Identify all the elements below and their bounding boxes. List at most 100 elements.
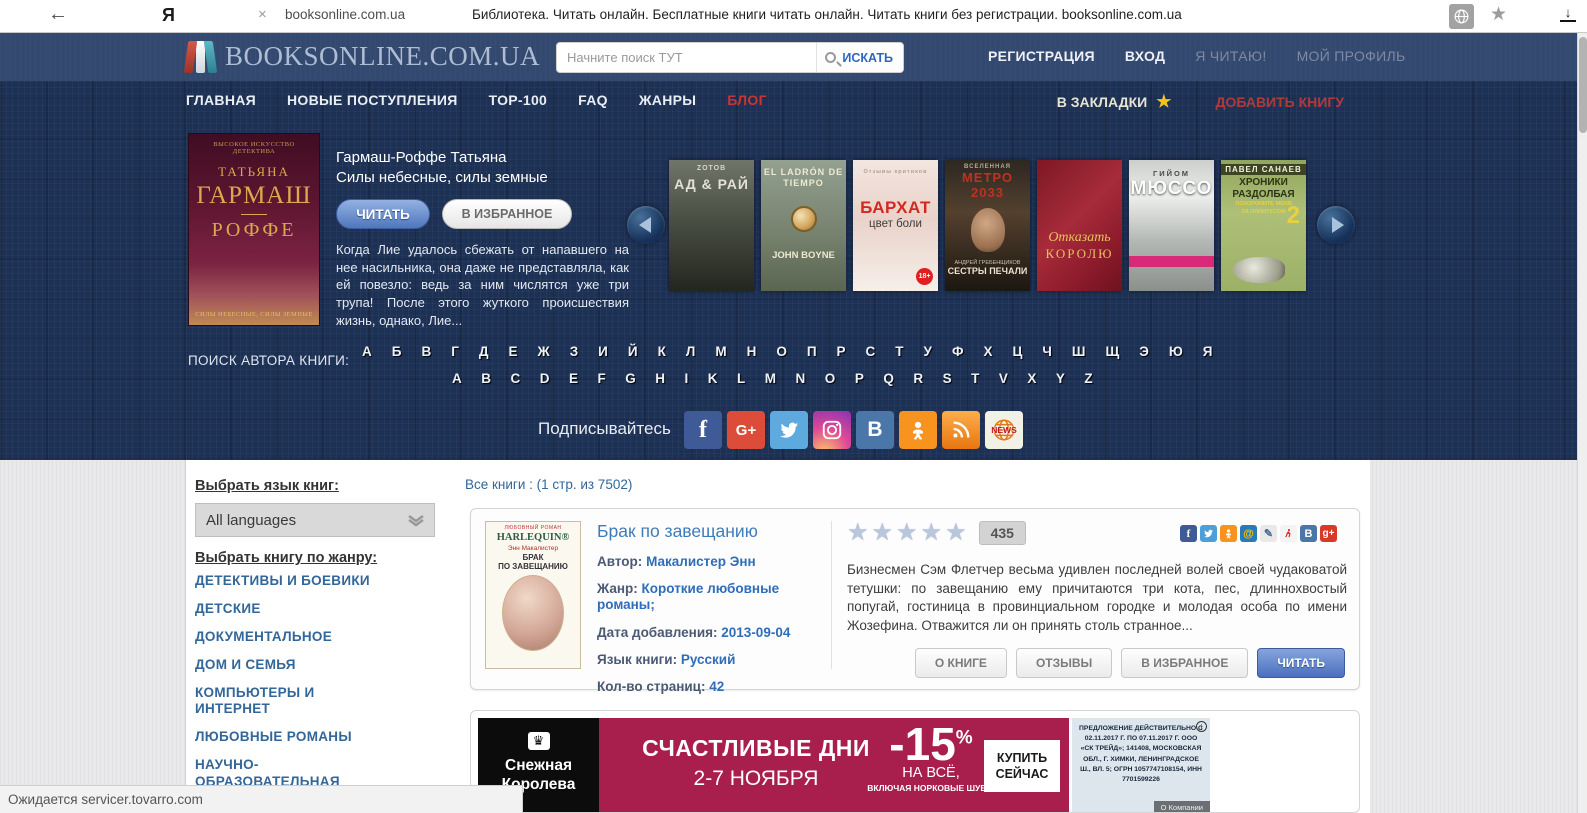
read-button[interactable]: ЧИТАТЬ — [1257, 648, 1345, 678]
author-letter-link[interactable]: Ч — [1042, 344, 1052, 359]
site-logo[interactable]: BOOKSONLINE.COM.UA — [183, 39, 540, 73]
author-letter-link[interactable]: Т — [895, 344, 903, 359]
google-plus-icon[interactable] — [727, 411, 765, 449]
author-letter-link[interactable]: Н — [747, 344, 757, 359]
odnoklassniki-share-icon[interactable] — [1220, 525, 1237, 542]
author-letter-link[interactable]: C — [511, 371, 521, 386]
author-letter-link[interactable]: Y — [1056, 371, 1065, 386]
author-letter-link[interactable]: Щ — [1105, 344, 1119, 359]
scrollbar-track[interactable] — [1577, 33, 1587, 813]
featured-read-button[interactable]: ЧИТАТЬ — [336, 199, 430, 229]
odnoklassniki-icon[interactable] — [899, 411, 937, 449]
carousel-cover-musso[interactable]: ГИЙОМ МЮССО — [1129, 160, 1214, 291]
author-letter-link[interactable]: D — [540, 371, 550, 386]
i-read-link[interactable]: Я ЧИТАЮ! — [1195, 48, 1266, 64]
featured-title[interactable]: Силы небесные, силы земные — [336, 168, 629, 188]
author-letter-link[interactable]: Ж — [538, 344, 550, 359]
author-letter-link[interactable]: У — [924, 344, 932, 359]
book-field-value[interactable]: 42 — [709, 679, 724, 694]
author-letter-link[interactable]: S — [943, 371, 952, 386]
author-letter-link[interactable]: I — [685, 371, 689, 386]
author-letter-link[interactable]: Ф — [952, 344, 964, 359]
book-field-value[interactable]: 2013-09-04 — [721, 625, 790, 640]
liveinternet-share-icon[interactable] — [1280, 525, 1297, 542]
nav-blog[interactable]: БЛОГ — [727, 92, 767, 108]
author-letter-link[interactable]: E — [569, 371, 578, 386]
globe-icon[interactable] — [1449, 4, 1474, 29]
ad-banner[interactable]: Снежная Королева СЧАСТЛИВЫЕ ДНИ 2-7 НОЯБ… — [470, 710, 1360, 813]
search-button[interactable]: ИСКАТЬ — [816, 43, 903, 72]
info-icon[interactable]: i — [1196, 721, 1207, 732]
author-letter-link[interactable]: K — [708, 371, 718, 386]
author-letter-link[interactable]: F — [598, 371, 606, 386]
close-icon[interactable]: × — [258, 6, 267, 23]
carousel-prev-button[interactable] — [627, 206, 665, 244]
author-letter-link[interactable]: И — [598, 344, 608, 359]
author-letter-link[interactable]: А — [362, 344, 372, 359]
sidebar-genre-link[interactable]: ДОКУМЕНТАЛЬНОЕ — [195, 629, 440, 646]
sidebar-genre-link[interactable]: КОМПЬЮТЕРЫ И ИНТЕРНЕТ — [195, 685, 440, 719]
favorite-button[interactable]: В ИЗБРАННОЕ — [1121, 648, 1249, 678]
nav-new-arrivals[interactable]: НОВЫЕ ПОСТУПЛЕНИЯ — [287, 92, 458, 108]
author-letter-link[interactable]: О — [776, 344, 787, 359]
author-letter-link[interactable]: Q — [883, 371, 894, 386]
mail-ru-share-icon[interactable] — [1240, 525, 1257, 542]
language-select[interactable]: All languages — [195, 503, 435, 537]
author-letter-link[interactable]: H — [655, 371, 665, 386]
nav-top-100[interactable]: ТОР-100 — [489, 92, 548, 108]
author-letter-link[interactable]: Э — [1139, 344, 1149, 359]
author-letter-link[interactable]: V — [999, 371, 1008, 386]
book-cover[interactable]: ЛЮБОВНЫЙ РОМАН HARLEQUIN® Энн Макалистер… — [485, 521, 581, 669]
star-icon[interactable] — [847, 521, 869, 545]
about-book-button[interactable]: О КНИГЕ — [914, 648, 1007, 678]
star-icon[interactable] — [896, 521, 918, 545]
author-letter-link[interactable]: N — [796, 371, 806, 386]
twitter-icon[interactable] — [770, 411, 808, 449]
author-letter-link[interactable]: В — [421, 344, 431, 359]
sidebar-genre-link[interactable]: ДЕТСКИЕ — [195, 601, 440, 618]
star-icon[interactable] — [872, 521, 894, 545]
my-profile-link[interactable]: МОЙ ПРОФИЛЬ — [1297, 48, 1406, 64]
author-letter-link[interactable]: M — [765, 371, 776, 386]
author-letter-link[interactable]: Ц — [1013, 344, 1023, 359]
author-letter-link[interactable]: Л — [686, 344, 695, 359]
author-letter-link[interactable]: L — [737, 371, 745, 386]
add-book-link[interactable]: ДОБАВИТЬ КНИГУ — [1215, 94, 1344, 110]
facebook-share-icon[interactable] — [1180, 525, 1197, 542]
bookmarks-link[interactable]: В ЗАКЛАДКИ ★ — [1057, 92, 1172, 112]
vkontakte-icon[interactable] — [856, 411, 894, 449]
author-letter-link[interactable]: Е — [508, 344, 517, 359]
author-letter-link[interactable]: B — [481, 371, 491, 386]
author-letter-link[interactable]: Ю — [1169, 344, 1183, 359]
author-letter-link[interactable]: С — [866, 344, 876, 359]
author-letter-link[interactable]: Z — [1084, 371, 1092, 386]
author-letter-link[interactable]: З — [570, 344, 578, 359]
sidebar-genre-link[interactable]: ЛЮБОВНЫЕ РОМАНЫ — [195, 729, 440, 746]
carousel-cover-metro[interactable]: ВСЕЛЕННАЯ МЕТРО 2033 АНДРЕЙ ГРЕБЕНЩИКОВ … — [945, 160, 1030, 291]
author-letter-link[interactable]: Р — [837, 344, 846, 359]
author-letter-link[interactable]: К — [658, 344, 666, 359]
author-letter-link[interactable]: Б — [392, 344, 402, 359]
author-letter-link[interactable]: Г — [451, 344, 459, 359]
author-letter-link[interactable]: Й — [628, 344, 638, 359]
author-letter-link[interactable]: Я — [1203, 344, 1213, 359]
author-letter-link[interactable]: T — [971, 371, 979, 386]
author-letter-link[interactable]: O — [825, 371, 836, 386]
star-icon[interactable] — [945, 521, 967, 545]
registration-link[interactable]: РЕГИСТРАЦИЯ — [988, 48, 1095, 64]
instagram-icon[interactable] — [813, 411, 851, 449]
author-letter-link[interactable]: М — [715, 344, 726, 359]
carousel-cover-otkazat-korolyu[interactable]: Отказать КОРОЛЮ — [1037, 160, 1122, 291]
author-letter-link[interactable]: X — [1027, 371, 1036, 386]
nav-genres[interactable]: ЖАНРЫ — [639, 92, 696, 108]
vkontakte-share-icon[interactable] — [1300, 525, 1317, 542]
login-link[interactable]: ВХОД — [1125, 48, 1165, 64]
back-icon[interactable]: ← — [48, 3, 68, 26]
carousel-cover-sanaev[interactable]: ПАВЕЛ САНАЕВ ХРОНИКИ РАЗДОЛБАЯ ПОХОРОНИТ… — [1221, 160, 1306, 291]
twitter-share-icon[interactable] — [1200, 525, 1217, 542]
sidebar-genre-link[interactable]: ДЕТЕКТИВЫ И БОЕВИКИ — [195, 573, 440, 590]
author-letter-link[interactable]: Х — [983, 344, 992, 359]
author-letter-link[interactable]: P — [855, 371, 864, 386]
author-letter-link[interactable]: R — [913, 371, 923, 386]
sidebar-genre-link[interactable]: ДОМ И СЕМЬЯ — [195, 657, 440, 674]
